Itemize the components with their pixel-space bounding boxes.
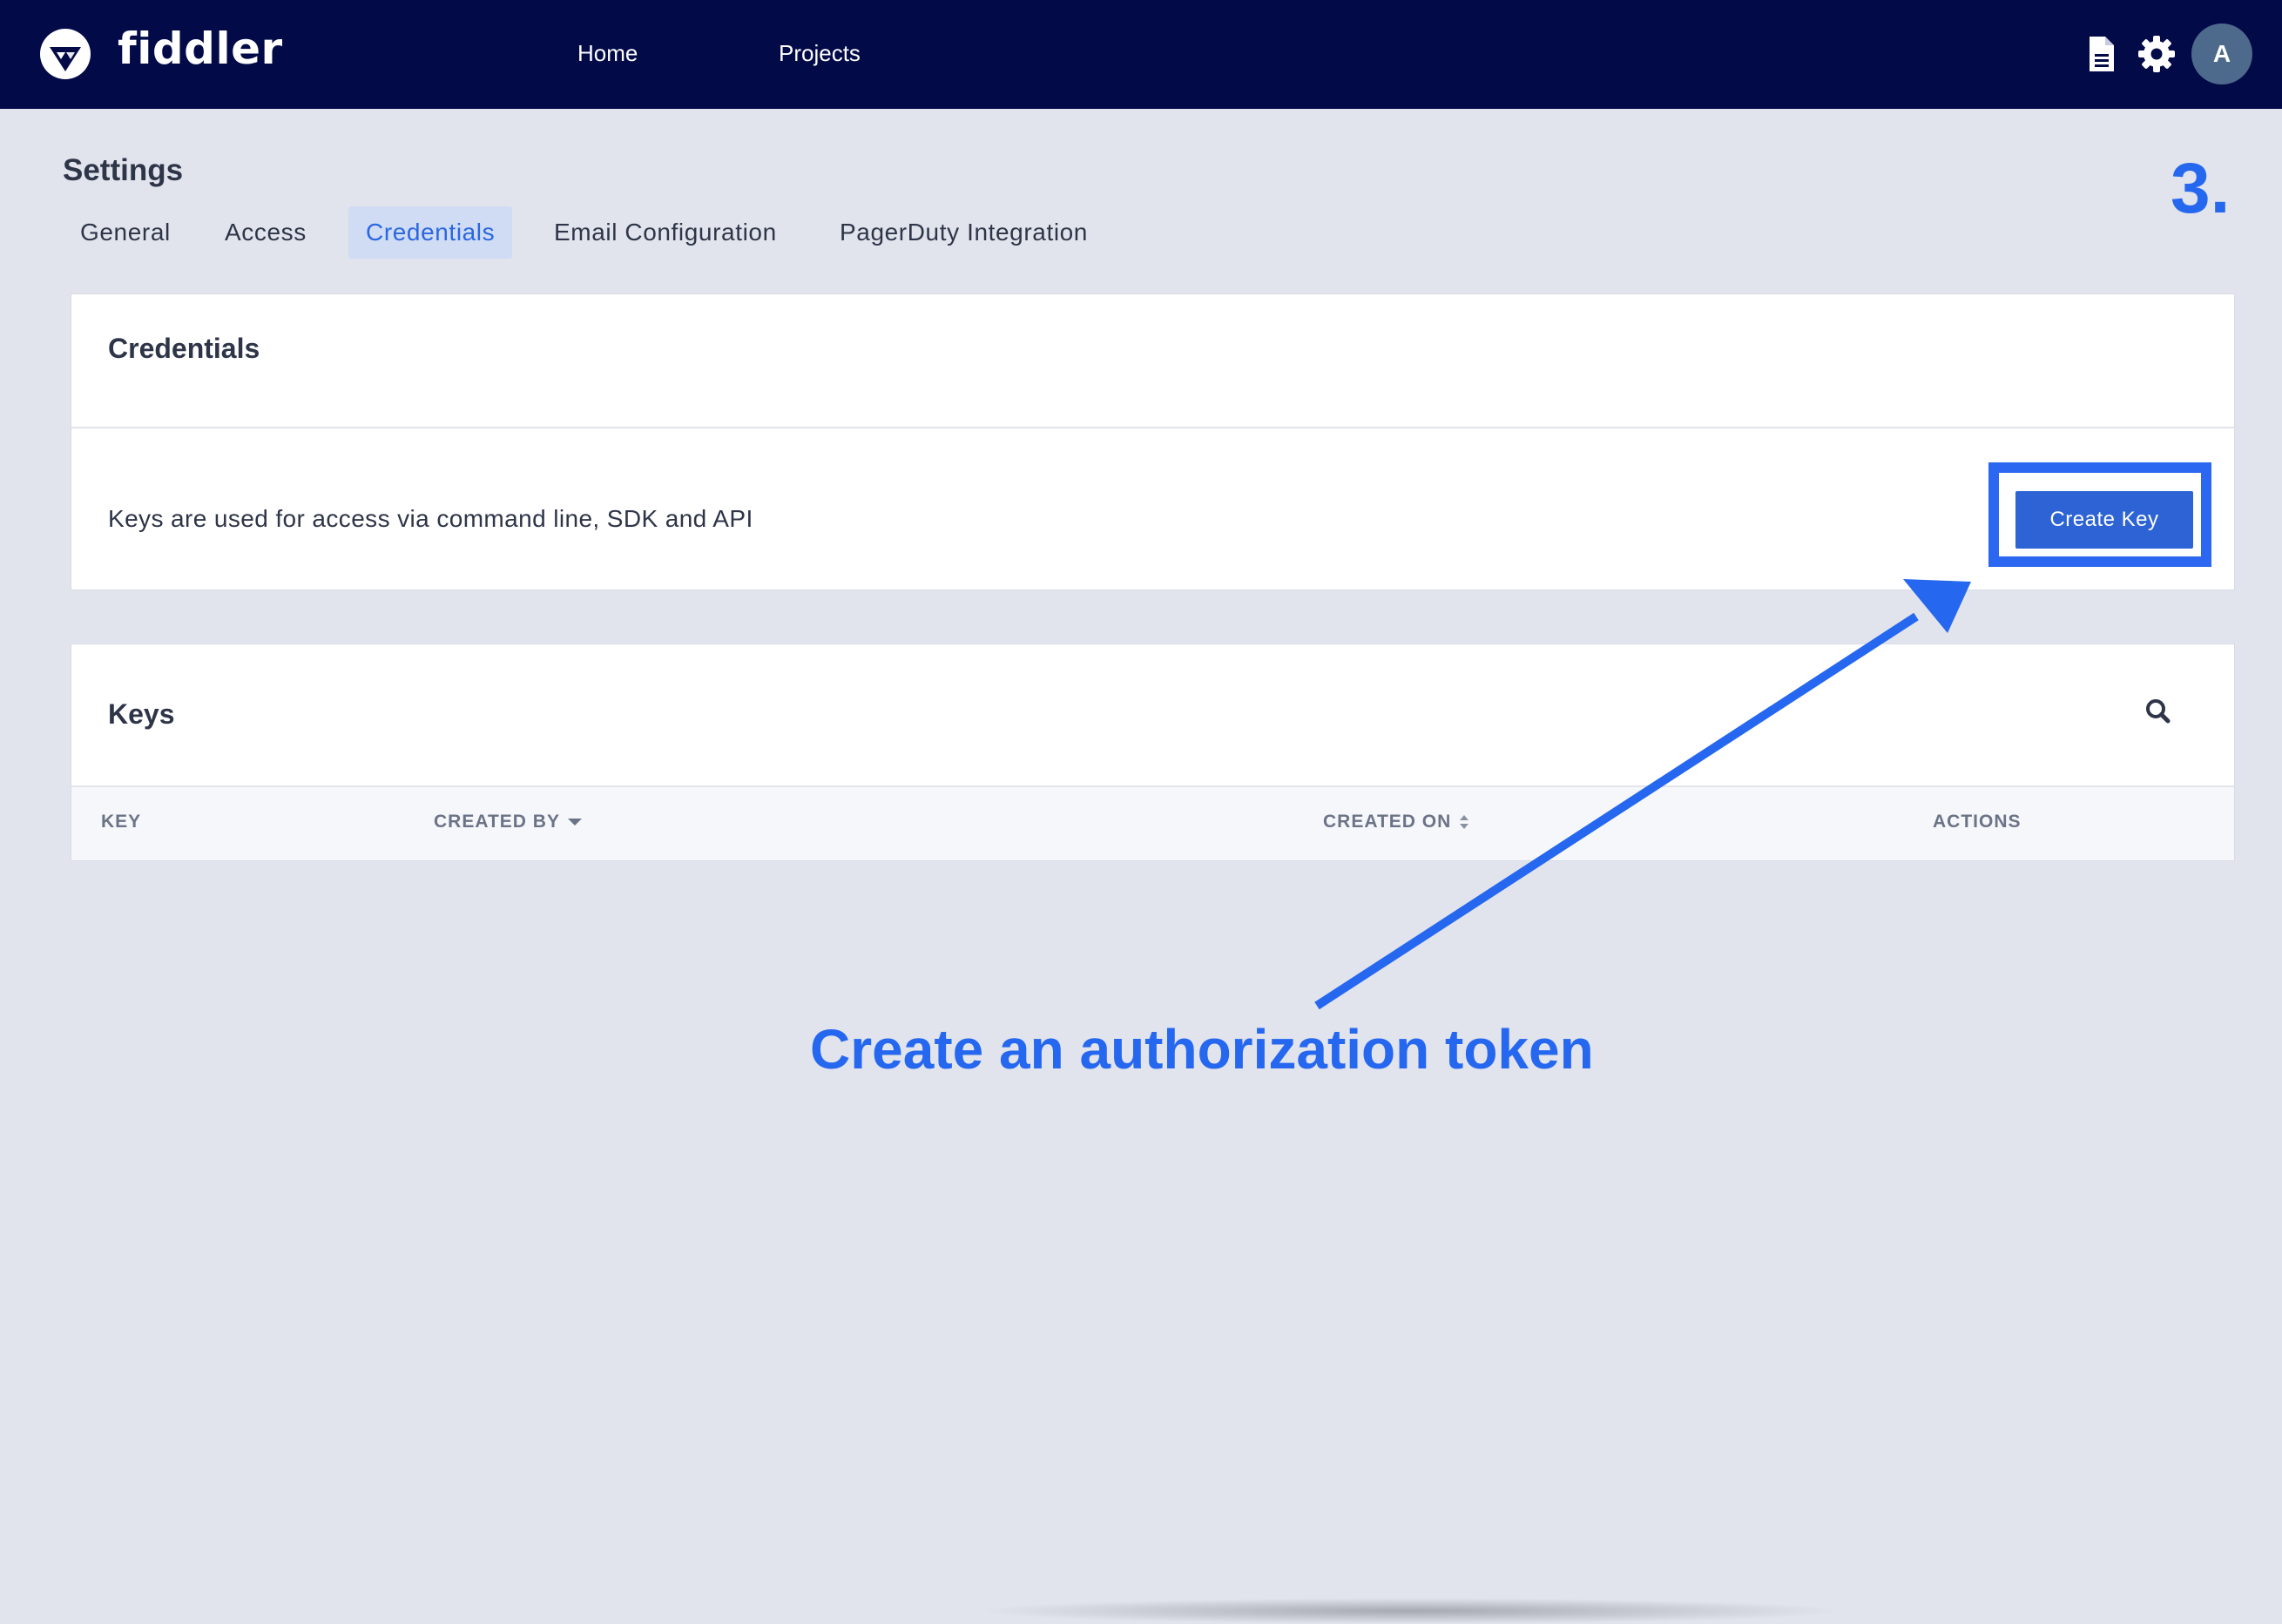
- credentials-description: Keys are used for access via command lin…: [108, 505, 753, 532]
- tab-general[interactable]: General: [63, 206, 188, 259]
- tab-pagerduty-integration[interactable]: PagerDuty Integration: [822, 206, 1105, 259]
- keys-heading: Keys: [108, 698, 175, 730]
- sort-descending-icon: [567, 819, 582, 825]
- user-avatar[interactable]: A: [2191, 24, 2252, 84]
- annotation-text: Create an authorization token: [810, 1018, 1594, 1081]
- column-header-key-label: KEY: [101, 812, 142, 832]
- tab-email-configuration[interactable]: Email Configuration: [537, 206, 794, 259]
- app-logo-text[interactable]: fiddler: [118, 24, 283, 74]
- tab-credentials[interactable]: Credentials: [348, 206, 513, 259]
- credentials-card: Credentials Keys are used for access via…: [71, 293, 2235, 590]
- keys-table-header: KEY CREATED BY CREATED ON ACTIONS: [71, 785, 2234, 860]
- column-header-created-by-label: CREATED BY: [434, 812, 560, 832]
- divider: [71, 427, 2234, 428]
- column-header-created-on[interactable]: CREATED ON: [1323, 812, 1470, 832]
- gear-icon[interactable]: [2136, 33, 2177, 75]
- sort-icon: [1460, 815, 1469, 829]
- top-nav-bar: fiddler Home Projects A: [0, 0, 2282, 109]
- page-title: Settings: [63, 153, 184, 187]
- column-header-actions: ACTIONS: [1933, 812, 2022, 832]
- bottom-shadow: [976, 1598, 1847, 1624]
- nav-home-link[interactable]: Home: [577, 40, 638, 67]
- column-header-actions-label: ACTIONS: [1933, 812, 2022, 832]
- step-number-annotation: 3.: [2171, 149, 2231, 228]
- nav-projects-link[interactable]: Projects: [779, 40, 861, 67]
- keys-card: Keys KEY CREATED BY CREATED ON ACTIONS: [71, 644, 2235, 861]
- document-icon[interactable]: [2080, 33, 2122, 75]
- column-header-created-on-label: CREATED ON: [1323, 812, 1452, 832]
- tab-access[interactable]: Access: [207, 206, 324, 259]
- create-key-button[interactable]: Create Key: [2015, 491, 2193, 549]
- search-icon[interactable]: [2140, 693, 2178, 731]
- column-header-created-by[interactable]: CREATED BY: [434, 812, 583, 832]
- fiddler-logo-icon[interactable]: [39, 28, 91, 80]
- credentials-heading: Credentials: [108, 333, 260, 364]
- column-header-key: KEY: [101, 812, 141, 832]
